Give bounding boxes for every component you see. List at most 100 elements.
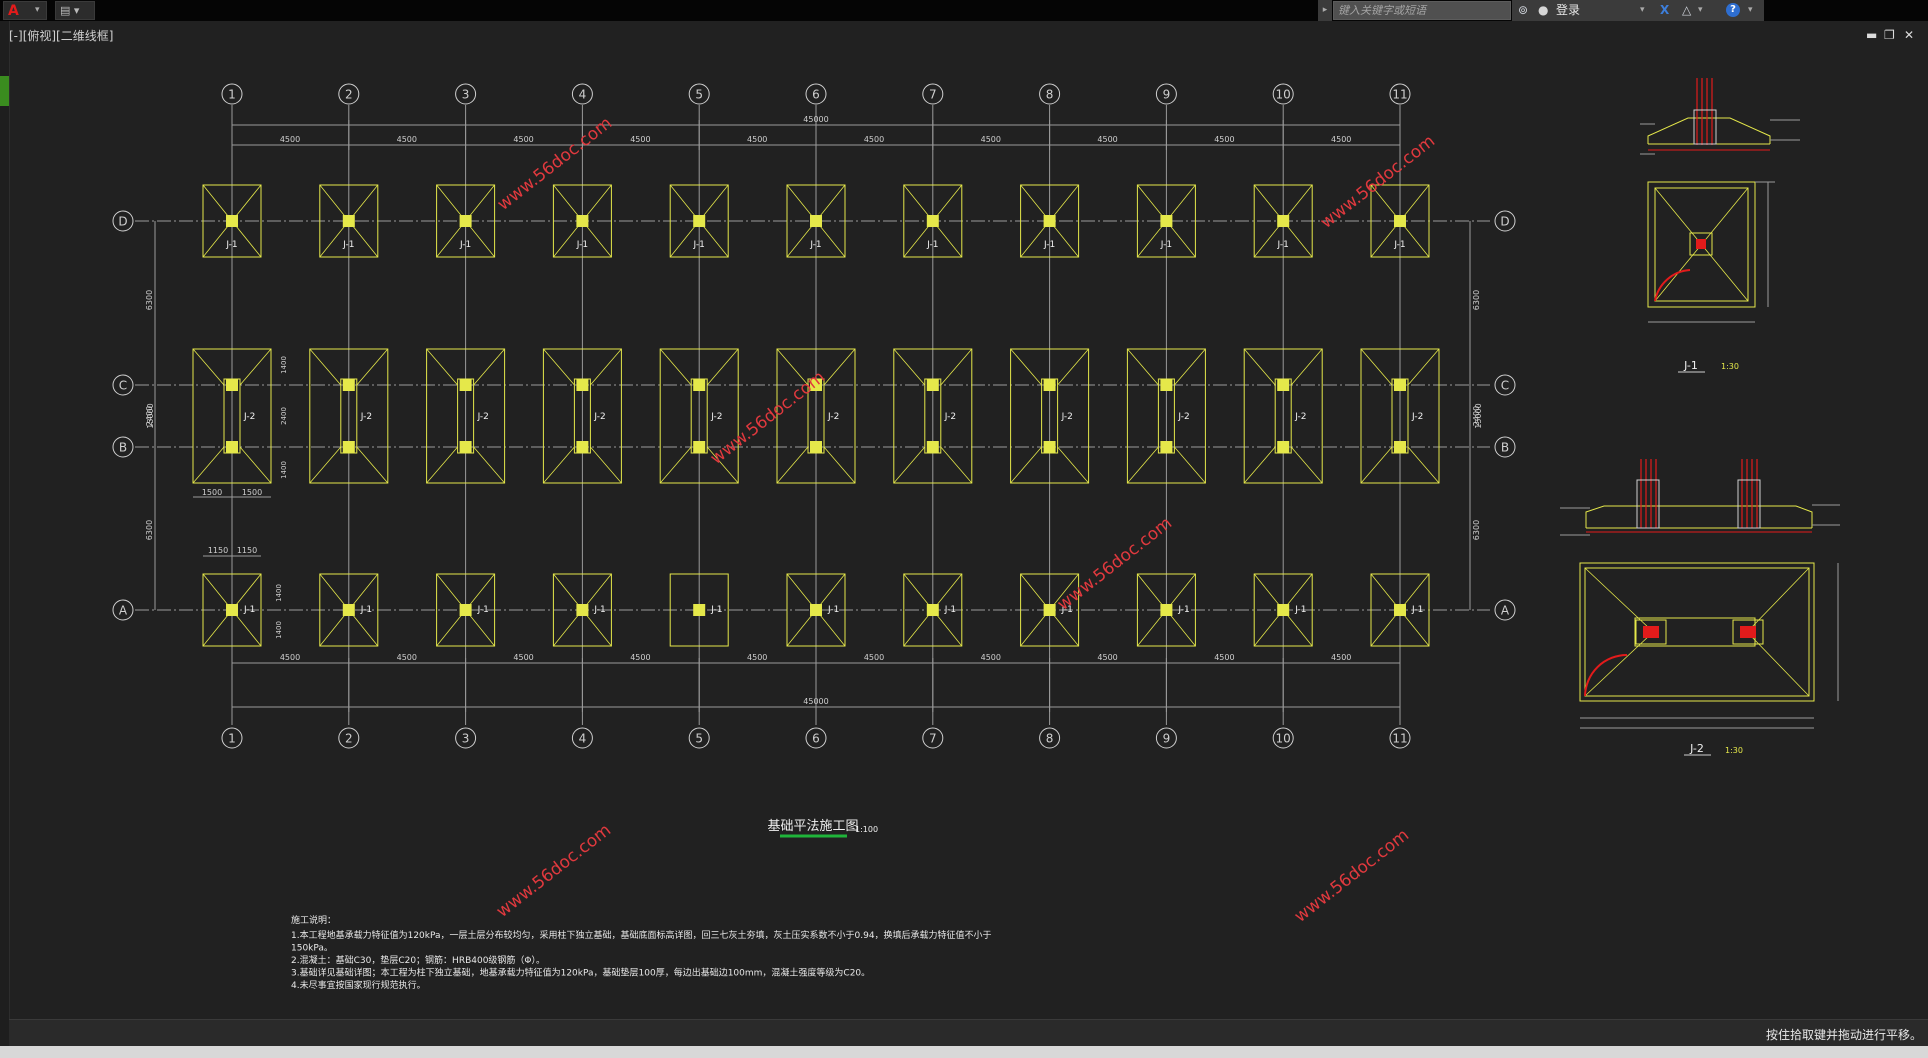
status-bar: 按住拾取键并拖动进行平移。 (9, 1019, 1928, 1047)
column-section (693, 379, 706, 391)
column-section (1277, 604, 1290, 616)
footing-diagonal (893, 446, 926, 484)
column-section (693, 441, 706, 453)
search-expand-icon[interactable]: ▸ (1318, 0, 1332, 21)
sign-in-button[interactable]: 登录 (1556, 3, 1580, 18)
column-section (226, 215, 238, 227)
chevron-down-icon[interactable]: ▾ (1698, 3, 1703, 18)
column-section (926, 441, 939, 453)
dim-j2-half: 1500 (202, 488, 222, 497)
axis-label-1: 1 (228, 88, 236, 102)
axis-label-11: 11 (1392, 732, 1407, 746)
dim-bay-bottom: 4500 (981, 653, 1001, 662)
axis-label-8: 8 (1046, 732, 1054, 746)
footing-diagonal (356, 446, 389, 484)
axis-label-10: 10 (1276, 732, 1291, 746)
binoculars-icon[interactable]: ⊚ (1518, 3, 1528, 18)
column-section (1394, 379, 1406, 391)
dim-bay-top: 4500 (1214, 135, 1234, 144)
axis-label-2: 2 (345, 732, 353, 746)
quick-access-toolbar[interactable]: ▤ ▾ (55, 1, 95, 20)
dim-bay-top: 4500 (397, 135, 417, 144)
footing-label: J-1 (459, 240, 471, 250)
exchange-icon[interactable]: X (1660, 3, 1669, 18)
column-section (459, 379, 472, 391)
footing-diagonal (1127, 446, 1159, 484)
footing-label: J-1 (593, 605, 605, 615)
footing-diagonal (1174, 446, 1206, 484)
axis-label-A: A (119, 604, 128, 618)
dim-bay-bottom: 4500 (397, 653, 417, 662)
footing-label: J-1 (576, 240, 588, 250)
footing-label: J-1 (1411, 605, 1423, 615)
column-section (1394, 215, 1406, 227)
note-line: 150kPa。 (291, 944, 333, 954)
column-section (810, 604, 822, 616)
footing-label: J-1 (360, 605, 372, 615)
drawing-title: 基础平法施工图 (767, 819, 858, 834)
dim-overall: 15000 (146, 403, 155, 428)
footing-diagonal (1174, 348, 1206, 386)
footing-diagonal (1243, 446, 1276, 484)
axis-label-2: 2 (345, 88, 353, 102)
dim-bay-top: 4500 (513, 135, 533, 144)
footing-label: J-2 (243, 412, 255, 422)
column-section (1043, 215, 1056, 227)
footing-diagonal (776, 446, 809, 484)
dim-bay-bottom: 4500 (1331, 653, 1351, 662)
user-icon: ● (1538, 3, 1549, 17)
column-section (1160, 604, 1173, 616)
dim-bay-top: 4500 (1331, 135, 1351, 144)
footing-diagonal (239, 348, 272, 386)
chevron-down-icon: ▾ (35, 5, 40, 15)
detail-j2-plan-rebar (1643, 626, 1659, 638)
title-bar: A ▾ ▤ ▾ ▸ 键入关键字或短语 ⊚ ● 登录 ▾ X △ ▾ ? ▾ (0, 0, 1928, 21)
footing-label: J-2 (593, 412, 605, 422)
drawing-canvas[interactable]: 1 1 2 2 3 3 4 4 5 5 6 6 7 7 8 8 9 9 10 10 11 11 D D C C B B A A 45000 4… (9, 21, 1928, 1019)
footing-diagonal (590, 348, 622, 386)
autocad-logo-icon: A (8, 3, 19, 19)
axis-label-3: 3 (462, 88, 470, 102)
dim-bay-top: 4500 (747, 135, 767, 144)
help-button[interactable]: ? (1726, 3, 1740, 17)
footing-label: J-1 (1393, 240, 1405, 250)
footing-diagonal (823, 446, 856, 484)
detail-j2-plan-inner (1584, 567, 1810, 697)
column-section (342, 379, 355, 391)
footing-label: J-1 (1277, 240, 1289, 250)
dim-bay-top: 4500 (630, 135, 650, 144)
detail-j2-plan-outer (1579, 562, 1815, 702)
footing-label: J-1 (477, 605, 489, 615)
watermark: www.56doc.com (493, 820, 615, 922)
chevron-down-icon[interactable]: ▾ (1748, 3, 1753, 18)
search-input[interactable]: 键入关键字或短语 (1333, 1, 1511, 20)
column-section (459, 604, 472, 616)
axis-label-7: 7 (929, 732, 937, 746)
application-menu-button[interactable]: A ▾ (3, 1, 47, 20)
autodesk-360-icon[interactable]: △ (1682, 3, 1691, 18)
axis-label-5: 5 (695, 88, 703, 102)
footing-diagonal (1360, 446, 1393, 484)
watermark: www.56doc.com (707, 367, 829, 469)
column-section (693, 215, 706, 227)
dim-j1-edge: 1400 (275, 584, 283, 602)
footing-diagonal (706, 348, 739, 386)
chevron-down-icon[interactable]: ▾ (1640, 3, 1645, 18)
dim-j2-span: 2400 (280, 407, 288, 425)
column-section (459, 441, 472, 453)
column-section (1043, 379, 1056, 391)
note-line: 3.基础详见基础详图；本工程为柱下独立基础，地基承载力特征值为120kPa，基础… (291, 967, 870, 979)
dim-j1-half: 1150 (208, 546, 228, 555)
footing-label: J-1 (693, 240, 705, 250)
left-edge-marker (0, 76, 9, 106)
watermark: www.56doc.com (494, 113, 616, 215)
column-section (576, 215, 589, 227)
dim-bay-top: 4500 (864, 135, 884, 144)
footing-diagonal (659, 348, 692, 386)
footing-label: J-1 (827, 605, 839, 615)
column-section (1160, 441, 1173, 453)
dim-bay-bottom: 4500 (1097, 653, 1117, 662)
dim-bay-bottom: 4500 (864, 653, 884, 662)
note-line: 1.本工程地基承载力特征值为120kPa，一层土层分布较均匀，采用柱下独立基础，… (291, 929, 992, 941)
footing-label: J-1 (1043, 240, 1055, 250)
